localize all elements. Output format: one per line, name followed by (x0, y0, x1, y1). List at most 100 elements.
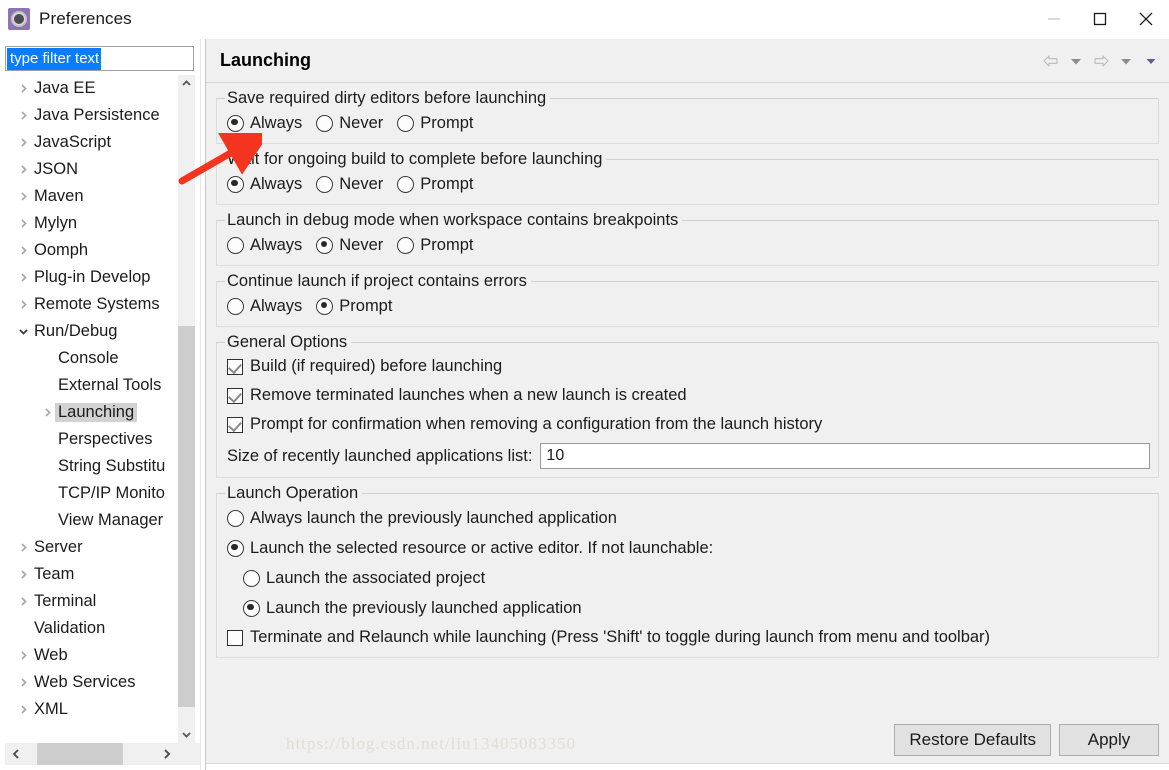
save-dirty-never-radio[interactable]: Never (316, 114, 383, 132)
chevron-right-icon[interactable] (15, 245, 31, 256)
remove-terminated-launches-checkbox[interactable]: Remove terminated launches when a new la… (225, 381, 1150, 410)
restore-defaults-button[interactable]: Restore Defaults (894, 724, 1051, 756)
chevron-right-icon[interactable] (15, 677, 31, 688)
sidebar-item-java-ee[interactable]: Java EE (5, 75, 180, 102)
tree-hscroll-thumb[interactable] (37, 743, 123, 765)
sidebar-item-terminal[interactable]: Terminal (5, 588, 180, 615)
continue-errors-always-radio[interactable]: Always (227, 297, 302, 315)
wait-build-always-radio[interactable]: Always (227, 175, 302, 193)
wait-build-never-radio[interactable]: Never (316, 175, 383, 193)
scroll-up-icon[interactable] (178, 75, 195, 92)
continue-errors-prompt-radio[interactable]: Prompt (316, 297, 392, 315)
chevron-right-icon[interactable] (15, 650, 31, 661)
sidebar-item-json[interactable]: JSON (5, 156, 180, 183)
sidebar-item-label: Web Services (34, 673, 136, 691)
chevron-right-icon[interactable] (15, 218, 31, 229)
sidebar-item-validation[interactable]: Validation (5, 615, 180, 642)
scroll-left-icon[interactable] (5, 743, 27, 765)
search-input[interactable]: type filter text (7, 47, 102, 70)
sidebar-item-web[interactable]: Web (5, 642, 180, 669)
sidebar-item-web-services[interactable]: Web Services (5, 669, 180, 696)
forward-arrow-icon[interactable] (1088, 48, 1113, 74)
chevron-right-icon[interactable] (39, 407, 55, 418)
sidebar-item-xml[interactable]: XML (5, 696, 180, 723)
sidebar-item-plug-in-develop[interactable]: Plug-in Develop (5, 264, 180, 291)
build-before-launching-checkbox[interactable]: Build (if required) before launching (225, 352, 1150, 381)
back-arrow-icon[interactable] (1038, 48, 1063, 74)
debug-breakpoints-never-radio[interactable]: Never (316, 236, 383, 254)
sidebar-item-perspectives[interactable]: Perspectives (5, 426, 180, 453)
preferences-page: Launching Save required dirty editors be… (205, 39, 1169, 770)
chevron-right-icon[interactable] (15, 596, 31, 607)
chevron-right-icon[interactable] (15, 569, 31, 580)
chevron-right-icon[interactable] (15, 83, 31, 94)
chevron-right-icon[interactable] (15, 272, 31, 283)
apply-button[interactable]: Apply (1059, 724, 1159, 756)
save-dirty-always-radio[interactable]: Always (227, 114, 302, 132)
radio-label: Always (250, 114, 303, 132)
sidebar-item-view-manager[interactable]: View Manager (5, 507, 180, 534)
launch-op-associated-project-radio[interactable]: Launch the associated project (243, 569, 485, 587)
filter-input-wrapper[interactable]: type filter text (5, 46, 194, 71)
close-icon[interactable] (1123, 0, 1169, 38)
checkbox-indicator (227, 387, 243, 404)
sidebar-item-label: JavaScript (34, 133, 112, 151)
chevron-right-icon[interactable] (15, 191, 31, 202)
launch-op-associated-project-row: Launch the associated project (225, 563, 1150, 593)
debug-breakpoints-always-radio[interactable]: Always (227, 236, 302, 254)
minimize-icon[interactable] (1031, 0, 1077, 38)
sidebar-item-remote-systems[interactable]: Remote Systems (5, 291, 180, 318)
maximize-icon[interactable] (1077, 0, 1123, 38)
sidebar-item-label: Mylyn (34, 214, 78, 232)
wait-build-prompt-radio[interactable]: Prompt (397, 175, 473, 193)
group-debug-mode-breakpoints: Launch in debug mode when workspace cont… (216, 211, 1159, 266)
sidebar-item-string-substitu[interactable]: String Substitu (5, 453, 180, 480)
back-dropdown-icon[interactable] (1063, 48, 1088, 74)
launch-op-selected-resource-radio[interactable]: Launch the selected resource or active e… (227, 539, 713, 557)
preferences-tree: Java EE Java Persistence JavaScript JSON Mav… (5, 75, 180, 723)
tree-scroll-thumb[interactable] (178, 326, 195, 707)
checkbox-label: Terminate and Relaunch while launching (… (250, 628, 991, 646)
prompt-remove-configuration-checkbox[interactable]: Prompt for confirmation when removing a … (225, 410, 1150, 439)
checkbox-indicator (227, 629, 243, 646)
chevron-right-icon[interactable] (15, 137, 31, 148)
radio-label: Launch the associated project (266, 569, 486, 587)
sidebar-item-external-tools[interactable]: External Tools (5, 372, 180, 399)
sidebar-item-console[interactable]: Console (5, 345, 180, 372)
sidebar-item-tcp-ip-monito[interactable]: TCP/IP Monito (5, 480, 180, 507)
chevron-right-icon[interactable] (15, 704, 31, 715)
sidebar-item-mylyn[interactable]: Mylyn (5, 210, 180, 237)
recent-launch-size-input[interactable] (540, 443, 1150, 469)
sidebar-item-oomph[interactable]: Oomph (5, 237, 180, 264)
chevron-down-icon[interactable] (15, 326, 31, 337)
chevron-right-icon[interactable] (15, 542, 31, 553)
radio-indicator (227, 297, 244, 315)
debug-breakpoints-prompt-radio[interactable]: Prompt (397, 236, 473, 254)
scroll-right-icon[interactable] (156, 743, 178, 765)
sidebar-item-team[interactable]: Team (5, 561, 180, 588)
tree-horizontal-scrollbar[interactable] (5, 743, 200, 765)
sidebar-item-maven[interactable]: Maven (5, 183, 180, 210)
radio-label: Always (250, 236, 303, 254)
chevron-right-icon[interactable] (15, 110, 31, 121)
tree-vertical-scrollbar[interactable] (178, 75, 195, 743)
sidebar-item-java-persistence[interactable]: Java Persistence (5, 102, 180, 129)
chevron-right-icon[interactable] (15, 164, 31, 175)
radio-label: Always launch the previously launched ap… (250, 509, 617, 527)
sidebar-item-label: Team (34, 565, 75, 583)
sidebar-item-label: Oomph (34, 241, 89, 259)
forward-dropdown-icon[interactable] (1113, 48, 1138, 74)
terminate-and-relaunch-checkbox[interactable]: Terminate and Relaunch while launching (… (225, 623, 1150, 652)
sidebar-item-run-debug[interactable]: Run/Debug (5, 318, 180, 345)
view-menu-icon[interactable] (1138, 48, 1163, 74)
launch-op-previous-app-radio[interactable]: Launch the previously launched applicati… (243, 599, 582, 617)
launch-op-always-previous-radio[interactable]: Always launch the previously launched ap… (227, 509, 617, 527)
save-dirty-prompt-radio[interactable]: Prompt (397, 114, 473, 132)
scroll-down-icon[interactable] (178, 726, 195, 743)
sidebar-item-label: Validation (34, 619, 106, 637)
sidebar-item-server[interactable]: Server (5, 534, 180, 561)
sidebar-item-launching[interactable]: Launching (5, 399, 180, 426)
chevron-right-icon[interactable] (15, 299, 31, 310)
sidebar-item-javascript[interactable]: JavaScript (5, 129, 180, 156)
preferences-tree-area: Java EE Java Persistence JavaScript JSON Mav… (5, 75, 200, 743)
